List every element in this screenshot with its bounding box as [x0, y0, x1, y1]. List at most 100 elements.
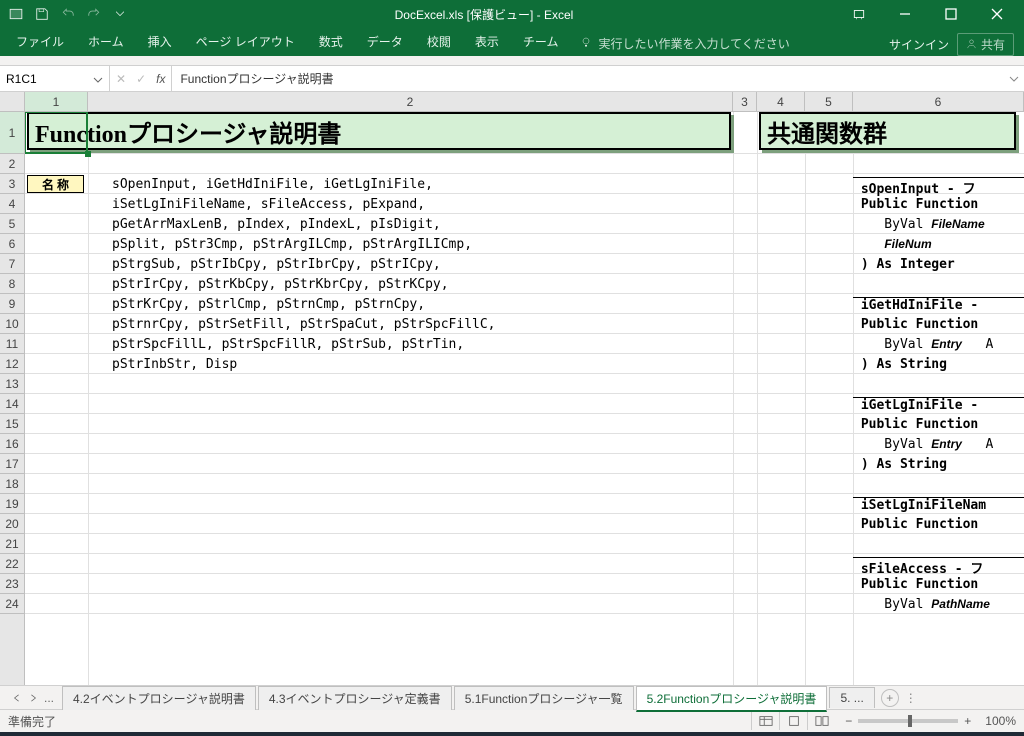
- function-list-line[interactable]: pStrKrCpy, pStrlCmp, pStrnCmp, pStrnCpy,: [112, 297, 425, 312]
- redo-button[interactable]: [82, 3, 106, 25]
- row-header[interactable]: 12: [0, 354, 24, 374]
- column-header[interactable]: 5: [805, 92, 853, 111]
- row-header[interactable]: 16: [0, 434, 24, 454]
- zoom-slider[interactable]: [858, 719, 958, 723]
- column-header[interactable]: 6: [853, 92, 1024, 111]
- qat-customize[interactable]: [108, 3, 132, 25]
- sheet-tab[interactable]: 5.1Functionプロシージャ一覧: [454, 686, 634, 710]
- tab-data[interactable]: データ: [355, 27, 415, 56]
- view-page-layout-button[interactable]: [779, 712, 807, 730]
- column-header[interactable]: 3: [733, 92, 757, 111]
- tab-team[interactable]: チーム: [511, 27, 571, 56]
- signin-link[interactable]: サインイン: [889, 36, 949, 53]
- tab-next-button[interactable]: [26, 691, 40, 705]
- sheet-tab[interactable]: 5.2Functionプロシージャ説明書: [636, 686, 828, 712]
- title-cell-main[interactable]: Functionプロシージャ説明書: [27, 112, 731, 150]
- tab-review[interactable]: 校閲: [415, 27, 463, 56]
- spreadsheet[interactable]: 123456 123456789101112131415161718192021…: [0, 92, 1024, 686]
- code-line[interactable]: ) As String: [853, 357, 1024, 372]
- view-normal-button[interactable]: [751, 712, 779, 730]
- tell-me-search[interactable]: 実行したい作業を入力してください: [570, 31, 799, 56]
- share-button[interactable]: 共有: [957, 33, 1014, 56]
- cell-grid[interactable]: Functionプロシージャ説明書共通関数群名 称 sOpenInput, iGe…: [25, 112, 1024, 685]
- function-list-line[interactable]: pStrgSub, pStrIbCpy, pStrIbrCpy, pStrICp…: [112, 257, 441, 272]
- title-cell-side[interactable]: 共通関数群: [759, 112, 1016, 150]
- function-list-line[interactable]: pStrInbStr, Disp: [112, 357, 237, 372]
- function-list-line[interactable]: iSetLgIniFileName, sFileAccess, pExpand,: [112, 197, 425, 212]
- code-line[interactable]: ByVal PathName: [853, 597, 1024, 612]
- fx-icon[interactable]: fx: [156, 72, 165, 86]
- row-header[interactable]: 21: [0, 534, 24, 554]
- cancel-formula-icon[interactable]: ✕: [116, 72, 126, 86]
- view-page-break-button[interactable]: [807, 712, 835, 730]
- row-header[interactable]: 7: [0, 254, 24, 274]
- function-list-line[interactable]: sOpenInput, iGetHdIniFile, iGetLgIniFile…: [112, 177, 433, 192]
- row-header[interactable]: 10: [0, 314, 24, 334]
- tab-prev-button[interactable]: [10, 691, 24, 705]
- enter-formula-icon[interactable]: ✓: [136, 72, 146, 86]
- code-line[interactable]: Public Function: [853, 577, 1024, 592]
- row-header[interactable]: 23: [0, 574, 24, 594]
- select-all-corner[interactable]: [0, 92, 25, 111]
- function-list-line[interactable]: pGetArrMaxLenB, pIndex, pIndexL, pIsDigi…: [112, 217, 441, 232]
- tab-ellipsis[interactable]: ...: [42, 691, 56, 705]
- tab-formulas[interactable]: 数式: [307, 27, 355, 56]
- tab-home[interactable]: ホーム: [76, 27, 136, 56]
- row-header[interactable]: 18: [0, 474, 24, 494]
- sheet-tab[interactable]: 4.3イベントプロシージャ定義書: [258, 686, 452, 710]
- row-header[interactable]: 4: [0, 194, 24, 214]
- code-line[interactable]: ) As String: [853, 457, 1024, 472]
- code-line[interactable]: sFileAccess - フ: [853, 557, 1024, 577]
- code-line[interactable]: Public Function: [853, 317, 1024, 332]
- code-line[interactable]: FileNum: [853, 237, 1024, 252]
- function-list-line[interactable]: pStrIrCpy, pStrKbCpy, pStrKbrCpy, pStrKC…: [112, 277, 449, 292]
- zoom-out-button[interactable]: −: [845, 714, 852, 728]
- expand-formula-bar[interactable]: [1004, 66, 1024, 91]
- row-header[interactable]: 20: [0, 514, 24, 534]
- code-line[interactable]: iGetLgIniFile -: [853, 397, 1024, 413]
- new-sheet-button[interactable]: +: [881, 689, 899, 707]
- row-header[interactable]: 17: [0, 454, 24, 474]
- ribbon-display-button[interactable]: [836, 0, 882, 28]
- code-line[interactable]: Public Function: [853, 417, 1024, 432]
- function-list-line[interactable]: pSplit, pStr3Cmp, pStrArgILCmp, pStrArgI…: [112, 237, 472, 252]
- row-header[interactable]: 14: [0, 394, 24, 414]
- code-line[interactable]: Public Function: [853, 517, 1024, 532]
- close-button[interactable]: [974, 0, 1020, 28]
- minimize-button[interactable]: [882, 0, 928, 28]
- tab-insert[interactable]: 挿入: [136, 27, 184, 56]
- row-header[interactable]: 11: [0, 334, 24, 354]
- code-line[interactable]: sOpenInput - フ: [853, 177, 1024, 197]
- row-header[interactable]: 3: [0, 174, 24, 194]
- code-line[interactable]: Public Function: [853, 197, 1024, 212]
- row-header[interactable]: 8: [0, 274, 24, 294]
- name-box[interactable]: R1C1: [0, 66, 110, 91]
- row-header[interactable]: 19: [0, 494, 24, 514]
- tab-file[interactable]: ファイル: [4, 27, 76, 56]
- sheet-tab[interactable]: 5. ...: [829, 687, 874, 708]
- row-header[interactable]: 5: [0, 214, 24, 234]
- function-list-line[interactable]: pStrnrCpy, pStrSetFill, pStrSpaCut, pStr…: [112, 317, 496, 332]
- row-header[interactable]: 9: [0, 294, 24, 314]
- code-line[interactable]: iGetHdIniFile -: [853, 297, 1024, 313]
- column-header[interactable]: 2: [88, 92, 733, 111]
- tab-view[interactable]: 表示: [463, 27, 511, 56]
- row-headers[interactable]: 123456789101112131415161718192021222324: [0, 112, 25, 685]
- column-header[interactable]: 1: [25, 92, 88, 111]
- code-line[interactable]: ByVal Entry A: [853, 337, 1024, 352]
- save-button[interactable]: [30, 3, 54, 25]
- code-line[interactable]: ByVal Entry A: [853, 437, 1024, 452]
- row-header[interactable]: 24: [0, 594, 24, 614]
- function-list-line[interactable]: pStrSpcFillL, pStrSpcFillR, pStrSub, pSt…: [112, 337, 464, 352]
- chevron-down-icon[interactable]: [93, 74, 103, 84]
- column-headers[interactable]: 123456: [0, 92, 1024, 112]
- row-header[interactable]: 22: [0, 554, 24, 574]
- row-header[interactable]: 15: [0, 414, 24, 434]
- row-header[interactable]: 6: [0, 234, 24, 254]
- undo-button[interactable]: [56, 3, 80, 25]
- name-label-cell[interactable]: 名 称: [27, 175, 84, 193]
- maximize-button[interactable]: [928, 0, 974, 28]
- code-line[interactable]: ByVal FileName: [853, 217, 1024, 232]
- code-line[interactable]: ) As Integer: [853, 257, 1024, 272]
- zoom-in-button[interactable]: +: [964, 714, 971, 728]
